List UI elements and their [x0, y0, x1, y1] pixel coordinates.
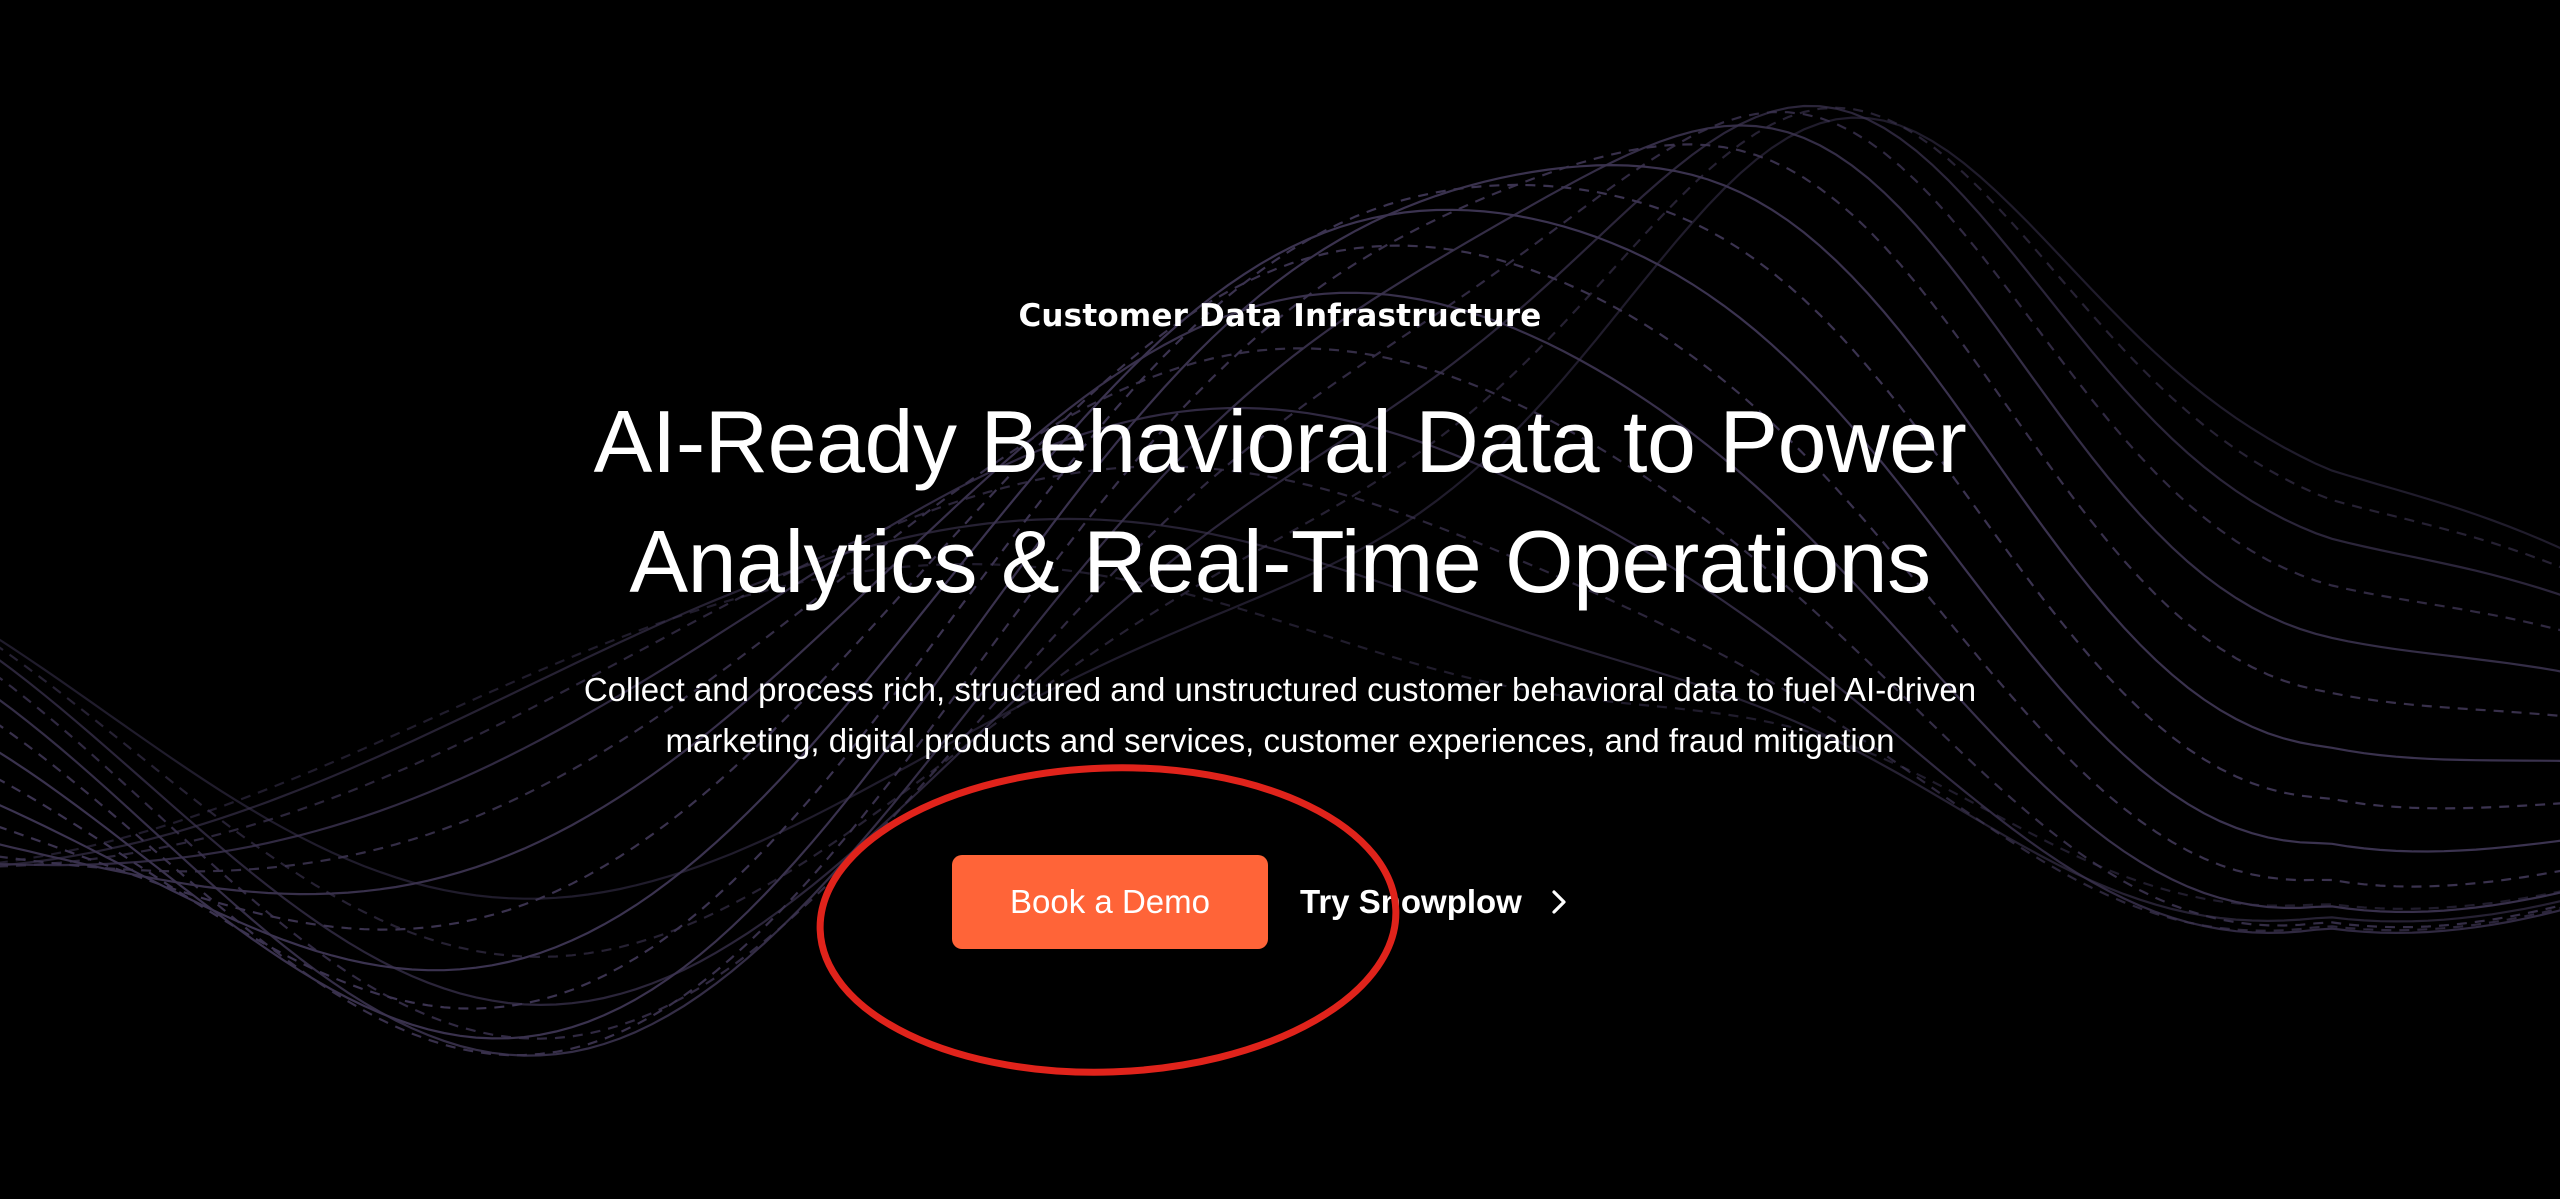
subtitle-line-2: marketing, digital products and services… — [665, 722, 1895, 759]
try-snowplow-link[interactable]: Try Snowplow — [1300, 868, 1572, 936]
book-a-demo-button[interactable]: Book a Demo — [952, 855, 1268, 949]
hero-section: Customer Data Infrastructure AI-Ready Be… — [0, 0, 2560, 1199]
chevron-right-icon — [1552, 890, 1566, 914]
eyebrow-label: Customer Data Infrastructure — [1018, 298, 1542, 334]
headline-line-1: AI-Ready Behavioral Data to Power — [593, 392, 1967, 491]
page-title: AI-Ready Behavioral Data to Power Analyt… — [0, 382, 2560, 622]
headline-line-2: Analytics & Real-Time Operations — [629, 512, 1931, 611]
try-snowplow-label: Try Snowplow — [1300, 883, 1522, 920]
subtitle-line-1: Collect and process rich, structured and… — [583, 671, 1977, 708]
hero-content: Customer Data Infrastructure AI-Ready Be… — [0, 0, 2560, 1199]
hero-subtitle: Collect and process rich, structured and… — [0, 664, 2560, 766]
